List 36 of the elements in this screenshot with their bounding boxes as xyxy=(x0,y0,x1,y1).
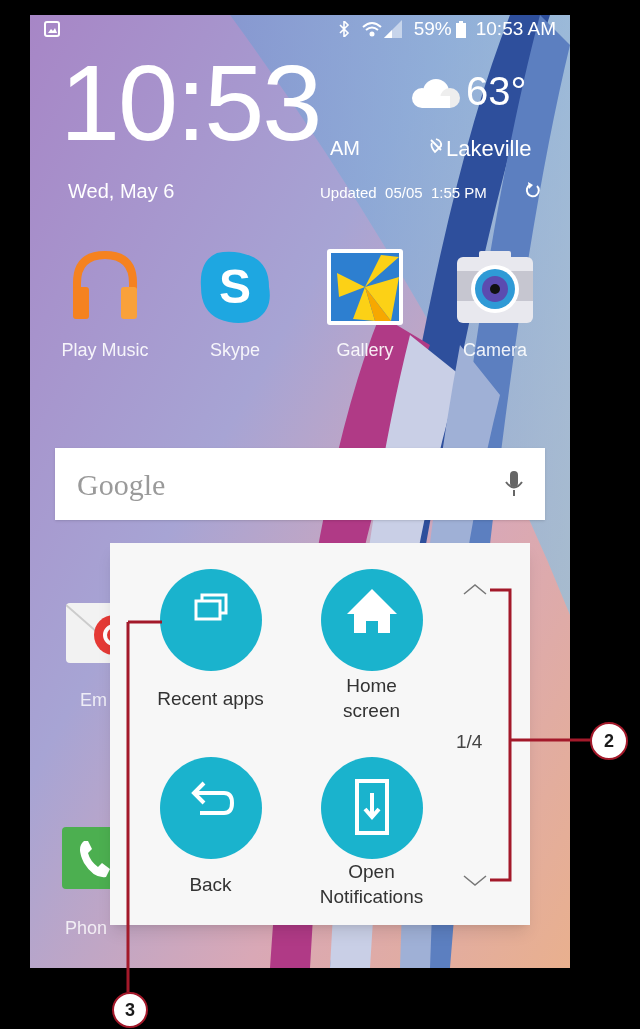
callout-number: 2 xyxy=(590,722,628,760)
clock-date: Wed, May 6 xyxy=(68,179,175,204)
location-off-icon xyxy=(428,138,444,154)
clock-time: 10:53 xyxy=(60,49,321,157)
chevron-down-icon[interactable] xyxy=(463,874,487,887)
clock-ampm: AM xyxy=(330,136,360,161)
battery-percentage: 59% xyxy=(413,16,452,41)
menu-item-label[interactable]: Back xyxy=(189,859,232,909)
app-label[interactable]: Camera xyxy=(463,337,527,364)
battery-icon xyxy=(455,20,466,38)
search-field[interactable]: Google xyxy=(55,448,545,520)
callout-number: 3 xyxy=(112,992,148,1028)
menu-item-label[interactable]: Home screen xyxy=(331,673,412,723)
app-label[interactable]: Skype xyxy=(210,337,260,364)
back-button[interactable] xyxy=(159,757,262,859)
home-button[interactable] xyxy=(320,569,423,671)
phone-app-icon[interactable] xyxy=(62,827,110,891)
microphone-icon[interactable] xyxy=(505,471,523,497)
signal-icon xyxy=(383,20,402,38)
app-label[interactable]: Phon xyxy=(65,915,108,942)
page-indicator: 1/4 xyxy=(456,730,483,754)
chevron-up-icon[interactable] xyxy=(463,583,487,596)
weather-location: Lakeville xyxy=(446,135,532,163)
app-label[interactable]: Play Music xyxy=(61,337,149,364)
menu-item-label[interactable]: Open Notifications xyxy=(306,859,437,909)
app-icon[interactable] xyxy=(325,247,405,327)
menu-item-label[interactable]: Recent apps xyxy=(157,673,264,723)
app-label[interactable]: Em xyxy=(80,687,107,714)
google-logo: Google xyxy=(77,466,166,503)
recent-button[interactable] xyxy=(159,569,262,671)
image-icon xyxy=(44,21,60,37)
notifications-button[interactable] xyxy=(320,757,423,859)
wifi-icon xyxy=(361,21,382,37)
bluetooth-icon xyxy=(337,21,350,37)
temperature: 63° xyxy=(466,71,527,111)
refresh-icon[interactable] xyxy=(524,182,542,200)
